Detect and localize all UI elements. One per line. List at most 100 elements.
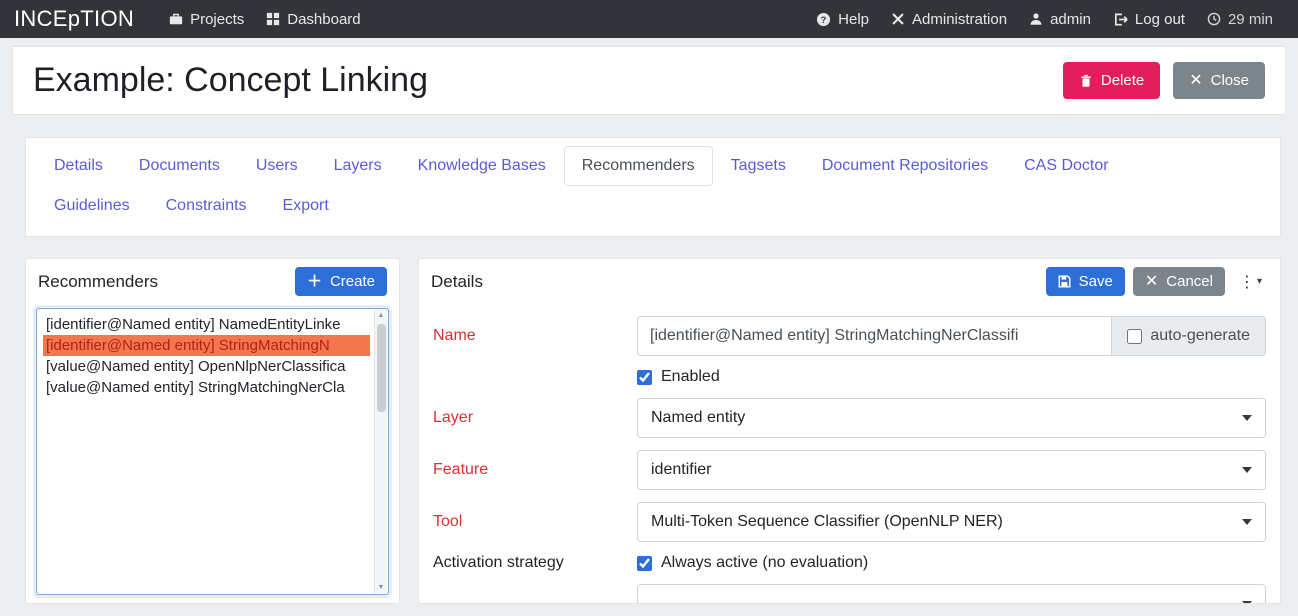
tool-select-value: Multi-Token Sequence Classifier (OpenNLP… bbox=[651, 513, 1003, 531]
tab-export[interactable]: Export bbox=[265, 186, 347, 226]
recommender-list-item-selected[interactable]: [identifier@Named entity] StringMatching… bbox=[43, 335, 370, 356]
save-button-label: Save bbox=[1079, 274, 1113, 289]
tool-select[interactable]: Multi-Token Sequence Classifier (OpenNLP… bbox=[637, 502, 1266, 542]
nav-logout[interactable]: Log out bbox=[1102, 11, 1196, 28]
recommenders-content: Recommenders ＋ Create [identifier@Named … bbox=[25, 258, 1281, 604]
recommenders-panel-title: Recommenders bbox=[38, 272, 158, 292]
nav-dashboard-label: Dashboard bbox=[287, 11, 360, 28]
tab-tagsets[interactable]: Tagsets bbox=[713, 146, 804, 186]
list-scrollbar[interactable]: ▲ ▼ bbox=[374, 310, 387, 593]
nav-administration-label: Administration bbox=[912, 11, 1007, 28]
tool-row: Tool Multi-Token Sequence Classifier (Op… bbox=[433, 502, 1266, 542]
enabled-label: Enabled bbox=[661, 368, 720, 386]
recommenders-panel-header: Recommenders ＋ Create bbox=[26, 259, 399, 302]
tab-users[interactable]: Users bbox=[238, 146, 316, 186]
select-caret-icon bbox=[1242, 415, 1252, 421]
nav-user-label: admin bbox=[1050, 11, 1091, 28]
app-logo[interactable]: INCEpTION bbox=[14, 6, 134, 32]
tab-knowledge-bases[interactable]: Knowledge Bases bbox=[400, 146, 564, 186]
recommender-listbox[interactable]: [identifier@Named entity] NamedEntityLin… bbox=[36, 308, 389, 595]
create-recommender-button[interactable]: ＋ Create bbox=[295, 267, 387, 296]
recommender-list-item[interactable]: [identifier@Named entity] NamedEntityLin… bbox=[43, 314, 370, 335]
header-actions: Delete ✕ Close bbox=[1063, 62, 1265, 99]
layer-select[interactable]: Named entity bbox=[637, 398, 1266, 438]
nav-administration[interactable]: Administration bbox=[880, 11, 1018, 28]
scroll-up-icon[interactable]: ▲ bbox=[378, 312, 385, 319]
select-caret-icon bbox=[1242, 467, 1252, 473]
select-caret-icon bbox=[1242, 601, 1252, 604]
tab-recommenders[interactable]: Recommenders bbox=[564, 146, 713, 186]
recommender-list-item[interactable]: [value@Named entity] StringMatchingNerCl… bbox=[43, 377, 370, 398]
tab-details[interactable]: Details bbox=[36, 146, 121, 186]
details-panel-title: Details bbox=[431, 272, 483, 292]
close-button-label: Close bbox=[1211, 73, 1249, 88]
cancel-button-label: Cancel bbox=[1166, 274, 1213, 289]
tab-guidelines[interactable]: Guidelines bbox=[36, 186, 148, 226]
delete-button[interactable]: Delete bbox=[1063, 62, 1160, 99]
more-actions-button[interactable]: ⋮ ▾ bbox=[1233, 268, 1268, 296]
recommender-details-form: Name auto-generate Enabled bbox=[419, 302, 1280, 604]
nav-projects-label: Projects bbox=[190, 11, 244, 28]
cancel-icon: ✕ bbox=[1145, 276, 1158, 288]
tab-constraints[interactable]: Constraints bbox=[148, 186, 265, 226]
trash-icon bbox=[1079, 74, 1093, 88]
top-navbar: INCEpTION Projects Dashboard ? Help Admi… bbox=[0, 0, 1298, 38]
tab-layers[interactable]: Layers bbox=[316, 146, 400, 186]
auto-generate-addon[interactable]: auto-generate bbox=[1111, 316, 1266, 356]
user-icon bbox=[1029, 12, 1043, 26]
feature-select-value: identifier bbox=[651, 461, 711, 479]
enabled-row: Enabled bbox=[433, 368, 1266, 386]
nav-dashboard[interactable]: Dashboard bbox=[255, 11, 371, 28]
scrollbar-thumb[interactable] bbox=[377, 324, 386, 412]
create-button-label: Create bbox=[330, 274, 375, 289]
tab-cas-doctor[interactable]: CAS Doctor bbox=[1006, 146, 1126, 186]
save-icon bbox=[1058, 275, 1071, 288]
project-header: Example: Concept Linking Delete ✕ Close bbox=[12, 46, 1286, 115]
chevron-down-icon: ▾ bbox=[1257, 276, 1262, 287]
help-icon: ? bbox=[816, 12, 831, 27]
layer-select-value: Named entity bbox=[651, 409, 745, 427]
kebab-icon: ⋮ bbox=[1239, 272, 1255, 292]
always-active-checkbox[interactable] bbox=[637, 556, 652, 571]
session-timer: 29 min bbox=[1196, 11, 1284, 28]
layer-label: Layer bbox=[433, 409, 637, 427]
close-button[interactable]: ✕ Close bbox=[1173, 62, 1265, 99]
always-active-label: Always active (no evaluation) bbox=[661, 554, 868, 572]
recommenders-panel: Recommenders ＋ Create [identifier@Named … bbox=[25, 258, 400, 604]
close-icon: ✕ bbox=[1189, 75, 1202, 87]
tab-row-1: Details Documents Users Layers Knowledge… bbox=[36, 146, 1270, 186]
enabled-checkbox[interactable] bbox=[637, 370, 652, 385]
nav-user[interactable]: admin bbox=[1018, 11, 1102, 28]
cancel-button[interactable]: ✕ Cancel bbox=[1133, 267, 1225, 296]
activation-row: Activation strategy Always active (no ev… bbox=[433, 554, 1266, 572]
name-input[interactable] bbox=[637, 316, 1111, 356]
nav-help[interactable]: ? Help bbox=[805, 11, 880, 28]
nav-logout-label: Log out bbox=[1135, 11, 1185, 28]
always-active-checkline[interactable]: Always active (no evaluation) bbox=[637, 554, 1266, 572]
tab-documents[interactable]: Documents bbox=[121, 146, 238, 186]
page-title: Example: Concept Linking bbox=[33, 61, 428, 100]
recommender-list-item[interactable]: [value@Named entity] OpenNlpNerClassific… bbox=[43, 356, 370, 377]
select-caret-icon bbox=[1242, 519, 1252, 525]
nav-projects[interactable]: Projects bbox=[158, 11, 255, 28]
enabled-checkline[interactable]: Enabled bbox=[637, 368, 1266, 386]
navbar-right: ? Help Administration admin Log out bbox=[805, 11, 1284, 28]
nav-help-label: Help bbox=[838, 11, 869, 28]
save-button[interactable]: Save bbox=[1046, 267, 1125, 296]
details-panel-header: Details Save ✕ Cancel ⋮ ▾ bbox=[419, 259, 1280, 302]
tab-document-repositories[interactable]: Document Repositories bbox=[804, 146, 1006, 186]
projects-icon bbox=[169, 12, 183, 26]
tools-icon bbox=[891, 12, 905, 26]
auto-generate-checkbox[interactable] bbox=[1127, 329, 1142, 344]
tool-label: Tool bbox=[433, 513, 637, 531]
activation-label: Activation strategy bbox=[433, 554, 637, 572]
logout-icon bbox=[1113, 12, 1128, 27]
scroll-down-icon[interactable]: ▼ bbox=[378, 584, 385, 591]
svg-text:?: ? bbox=[821, 14, 827, 24]
project-settings-tabs: Details Documents Users Layers Knowledge… bbox=[25, 137, 1281, 237]
clipped-select[interactable] bbox=[637, 584, 1266, 604]
feature-select[interactable]: identifier bbox=[637, 450, 1266, 490]
dashboard-icon bbox=[266, 12, 280, 26]
tab-row-2: Guidelines Constraints Export bbox=[36, 186, 1270, 226]
name-label: Name bbox=[433, 327, 637, 345]
